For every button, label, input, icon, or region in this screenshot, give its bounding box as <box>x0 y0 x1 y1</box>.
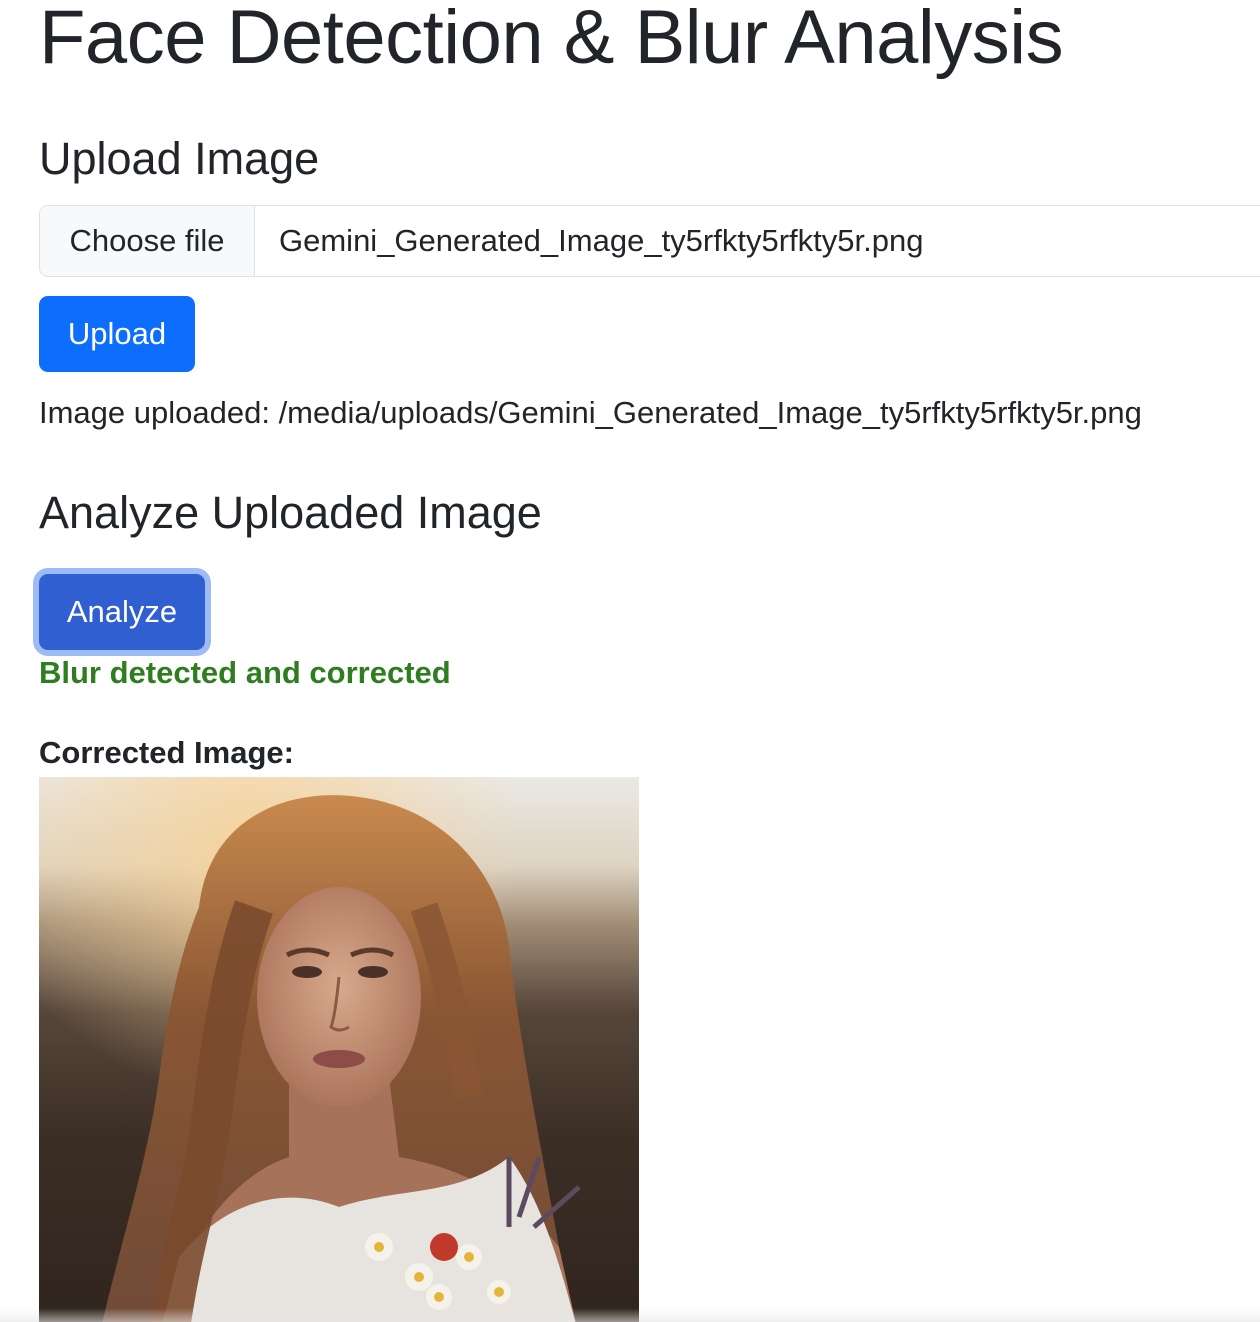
choose-file-button[interactable]: Choose file <box>40 206 255 276</box>
selected-file-name: Gemini_Generated_Image_ty5rfkty5rfkty5r.… <box>279 223 924 258</box>
page-title: Face Detection & Blur Analysis <box>39 0 1064 80</box>
analyze-section-heading: Analyze Uploaded Image <box>39 487 542 538</box>
result-message: Blur detected and corrected <box>39 655 451 690</box>
corrected-image-label: Corrected Image: <box>39 735 294 770</box>
file-input[interactable]: Choose file Gemini_Generated_Image_ty5rf… <box>39 205 1260 277</box>
analyze-button[interactable]: Analyze <box>39 574 205 650</box>
page: Face Detection & Blur Analysis Upload Im… <box>0 0 1260 1322</box>
portrait-illustration <box>39 777 639 1322</box>
corrected-image <box>39 777 639 1322</box>
upload-status-text: Image uploaded: /media/uploads/Gemini_Ge… <box>39 395 1142 430</box>
upload-button[interactable]: Upload <box>39 296 195 372</box>
upload-section-heading: Upload Image <box>39 133 320 184</box>
